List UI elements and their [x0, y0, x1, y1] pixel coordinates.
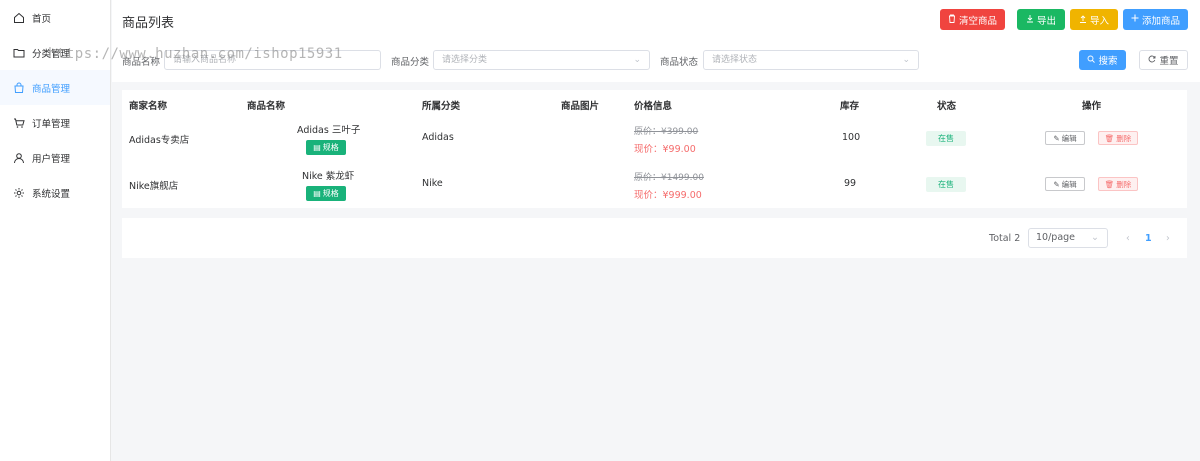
add-product-button[interactable]: 添加商品 — [1123, 9, 1188, 30]
bag-icon — [13, 82, 25, 94]
chevron-down-icon: ⌄ — [633, 55, 641, 65]
export-button[interactable]: 导出 — [1017, 9, 1065, 30]
prev-page-button[interactable]: ‹ — [1126, 233, 1130, 244]
sidebar-item-settings[interactable]: 系统设置 — [0, 175, 110, 210]
chevron-down-icon: ⌄ — [902, 55, 910, 65]
refresh-icon — [1148, 55, 1156, 66]
category-name: Nike — [422, 178, 443, 189]
list-icon: ▤ — [313, 189, 321, 198]
page-size-select[interactable]: 10/page ⌄ — [1028, 228, 1108, 248]
total-count: Total 2 — [989, 233, 1021, 244]
column-header: 商品名称 — [247, 101, 286, 112]
stock: 100 — [842, 132, 861, 143]
page-number-1[interactable]: 1 — [1145, 233, 1152, 244]
sidebar-item-label: 系统设置 — [32, 188, 71, 200]
status-select[interactable]: 请选择状态 ⌄ — [703, 50, 919, 70]
watermark: https://www.huzhan.com/ishop15931 — [48, 46, 343, 62]
column-header: 所属分类 — [422, 101, 461, 112]
home-icon — [13, 12, 25, 24]
column-header: 价格信息 — [634, 101, 673, 112]
list-icon: ▤ — [313, 143, 321, 152]
next-page-button[interactable]: › — [1166, 233, 1170, 244]
chevron-down-icon: ⌄ — [1091, 232, 1099, 243]
search-button[interactable]: 搜索 — [1079, 50, 1126, 70]
status-badge: 在售 — [926, 177, 966, 192]
product-table: 商家名称 商品名称 所属分类 商品图片 价格信息 库存 状态 操作 Adidas… — [122, 90, 1187, 208]
trash-icon: 🗑 — [1104, 133, 1115, 143]
original-price: 原价：¥399.00 — [634, 127, 699, 137]
current-price: 现价：¥999.00 — [634, 190, 702, 201]
sidebar-item-products[interactable]: 商品管理 — [0, 70, 110, 105]
sidebar-item-label: 商品管理 — [32, 83, 71, 95]
edit-icon: ✎ — [1053, 179, 1060, 189]
header: 商品列表 清空商品 导出 导入 添加商品 商品名称 请输入商品名称 商品分类 请… — [112, 0, 1200, 82]
sidebar-item-home[interactable]: 首页 — [0, 0, 110, 35]
upload-icon — [1079, 14, 1087, 26]
sidebar-item-orders[interactable]: 订单管理 — [0, 105, 110, 140]
current-price: 现价：¥99.00 — [634, 144, 696, 155]
sidebar-item-users[interactable]: 用户管理 — [0, 140, 110, 175]
category-label: 商品分类 — [391, 57, 430, 68]
delete-button[interactable]: 🗑 删除 — [1098, 131, 1138, 145]
stock: 99 — [844, 178, 857, 189]
category-name: Adidas — [422, 132, 454, 143]
column-header: 商品图片 — [561, 101, 600, 112]
import-button[interactable]: 导入 — [1070, 9, 1118, 30]
delete-button[interactable]: 🗑 删除 — [1098, 177, 1138, 191]
original-price: 原价：¥1499.00 — [634, 173, 704, 183]
clear-products-button[interactable]: 清空商品 — [940, 9, 1005, 30]
column-header: 状态 — [937, 101, 957, 112]
status-label: 商品状态 — [660, 57, 699, 68]
search-icon — [1087, 55, 1096, 66]
spec-button[interactable]: ▤ 规格 — [306, 140, 346, 155]
column-header: 商家名称 — [129, 101, 168, 112]
spec-button[interactable]: ▤ 规格 — [306, 186, 346, 201]
plus-icon — [1131, 14, 1139, 25]
status-badge: 在售 — [926, 131, 966, 146]
cart-icon — [13, 117, 25, 129]
folder-icon — [13, 47, 25, 59]
pagination: Total 2 10/page ⌄ ‹ 1 › — [122, 218, 1187, 258]
trash-icon — [948, 14, 956, 26]
edit-icon: ✎ — [1053, 133, 1060, 143]
trash-icon: 🗑 — [1104, 179, 1115, 189]
reset-button[interactable]: 重置 — [1139, 50, 1188, 70]
table-row: Adidas专卖店 Adidas 三叶子 ▤ 规格 Adidas 原价：¥399… — [122, 116, 1187, 162]
edit-button[interactable]: ✎ 编辑 — [1045, 131, 1085, 145]
column-header: 库存 — [840, 101, 860, 112]
sidebar: 首页 分类管理 商品管理 订单管理 用户管理 系统设置 — [0, 0, 111, 461]
sidebar-item-label: 订单管理 — [32, 118, 71, 130]
download-icon — [1026, 14, 1034, 26]
product-name: Adidas 三叶子 — [297, 125, 361, 136]
sidebar-item-label: 用户管理 — [32, 153, 71, 165]
column-header: 操作 — [1082, 101, 1102, 112]
sidebar-item-label: 首页 — [32, 13, 52, 25]
edit-button[interactable]: ✎ 编辑 — [1045, 177, 1085, 191]
gear-icon — [13, 187, 25, 199]
merchant-name: Adidas专卖店 — [129, 135, 190, 146]
main-content: 商品列表 清空商品 导出 导入 添加商品 商品名称 请输入商品名称 商品分类 请… — [112, 0, 1200, 461]
user-icon — [13, 152, 25, 164]
merchant-name: Nike旗舰店 — [129, 181, 179, 192]
table-row: Nike旗舰店 Nike 紫龙虾 ▤ 规格 Nike 原价：¥1499.00 现… — [122, 162, 1187, 208]
product-name: Nike 紫龙虾 — [302, 171, 355, 182]
page-title: 商品列表 — [122, 16, 175, 31]
category-select[interactable]: 请选择分类 ⌄ — [433, 50, 650, 70]
